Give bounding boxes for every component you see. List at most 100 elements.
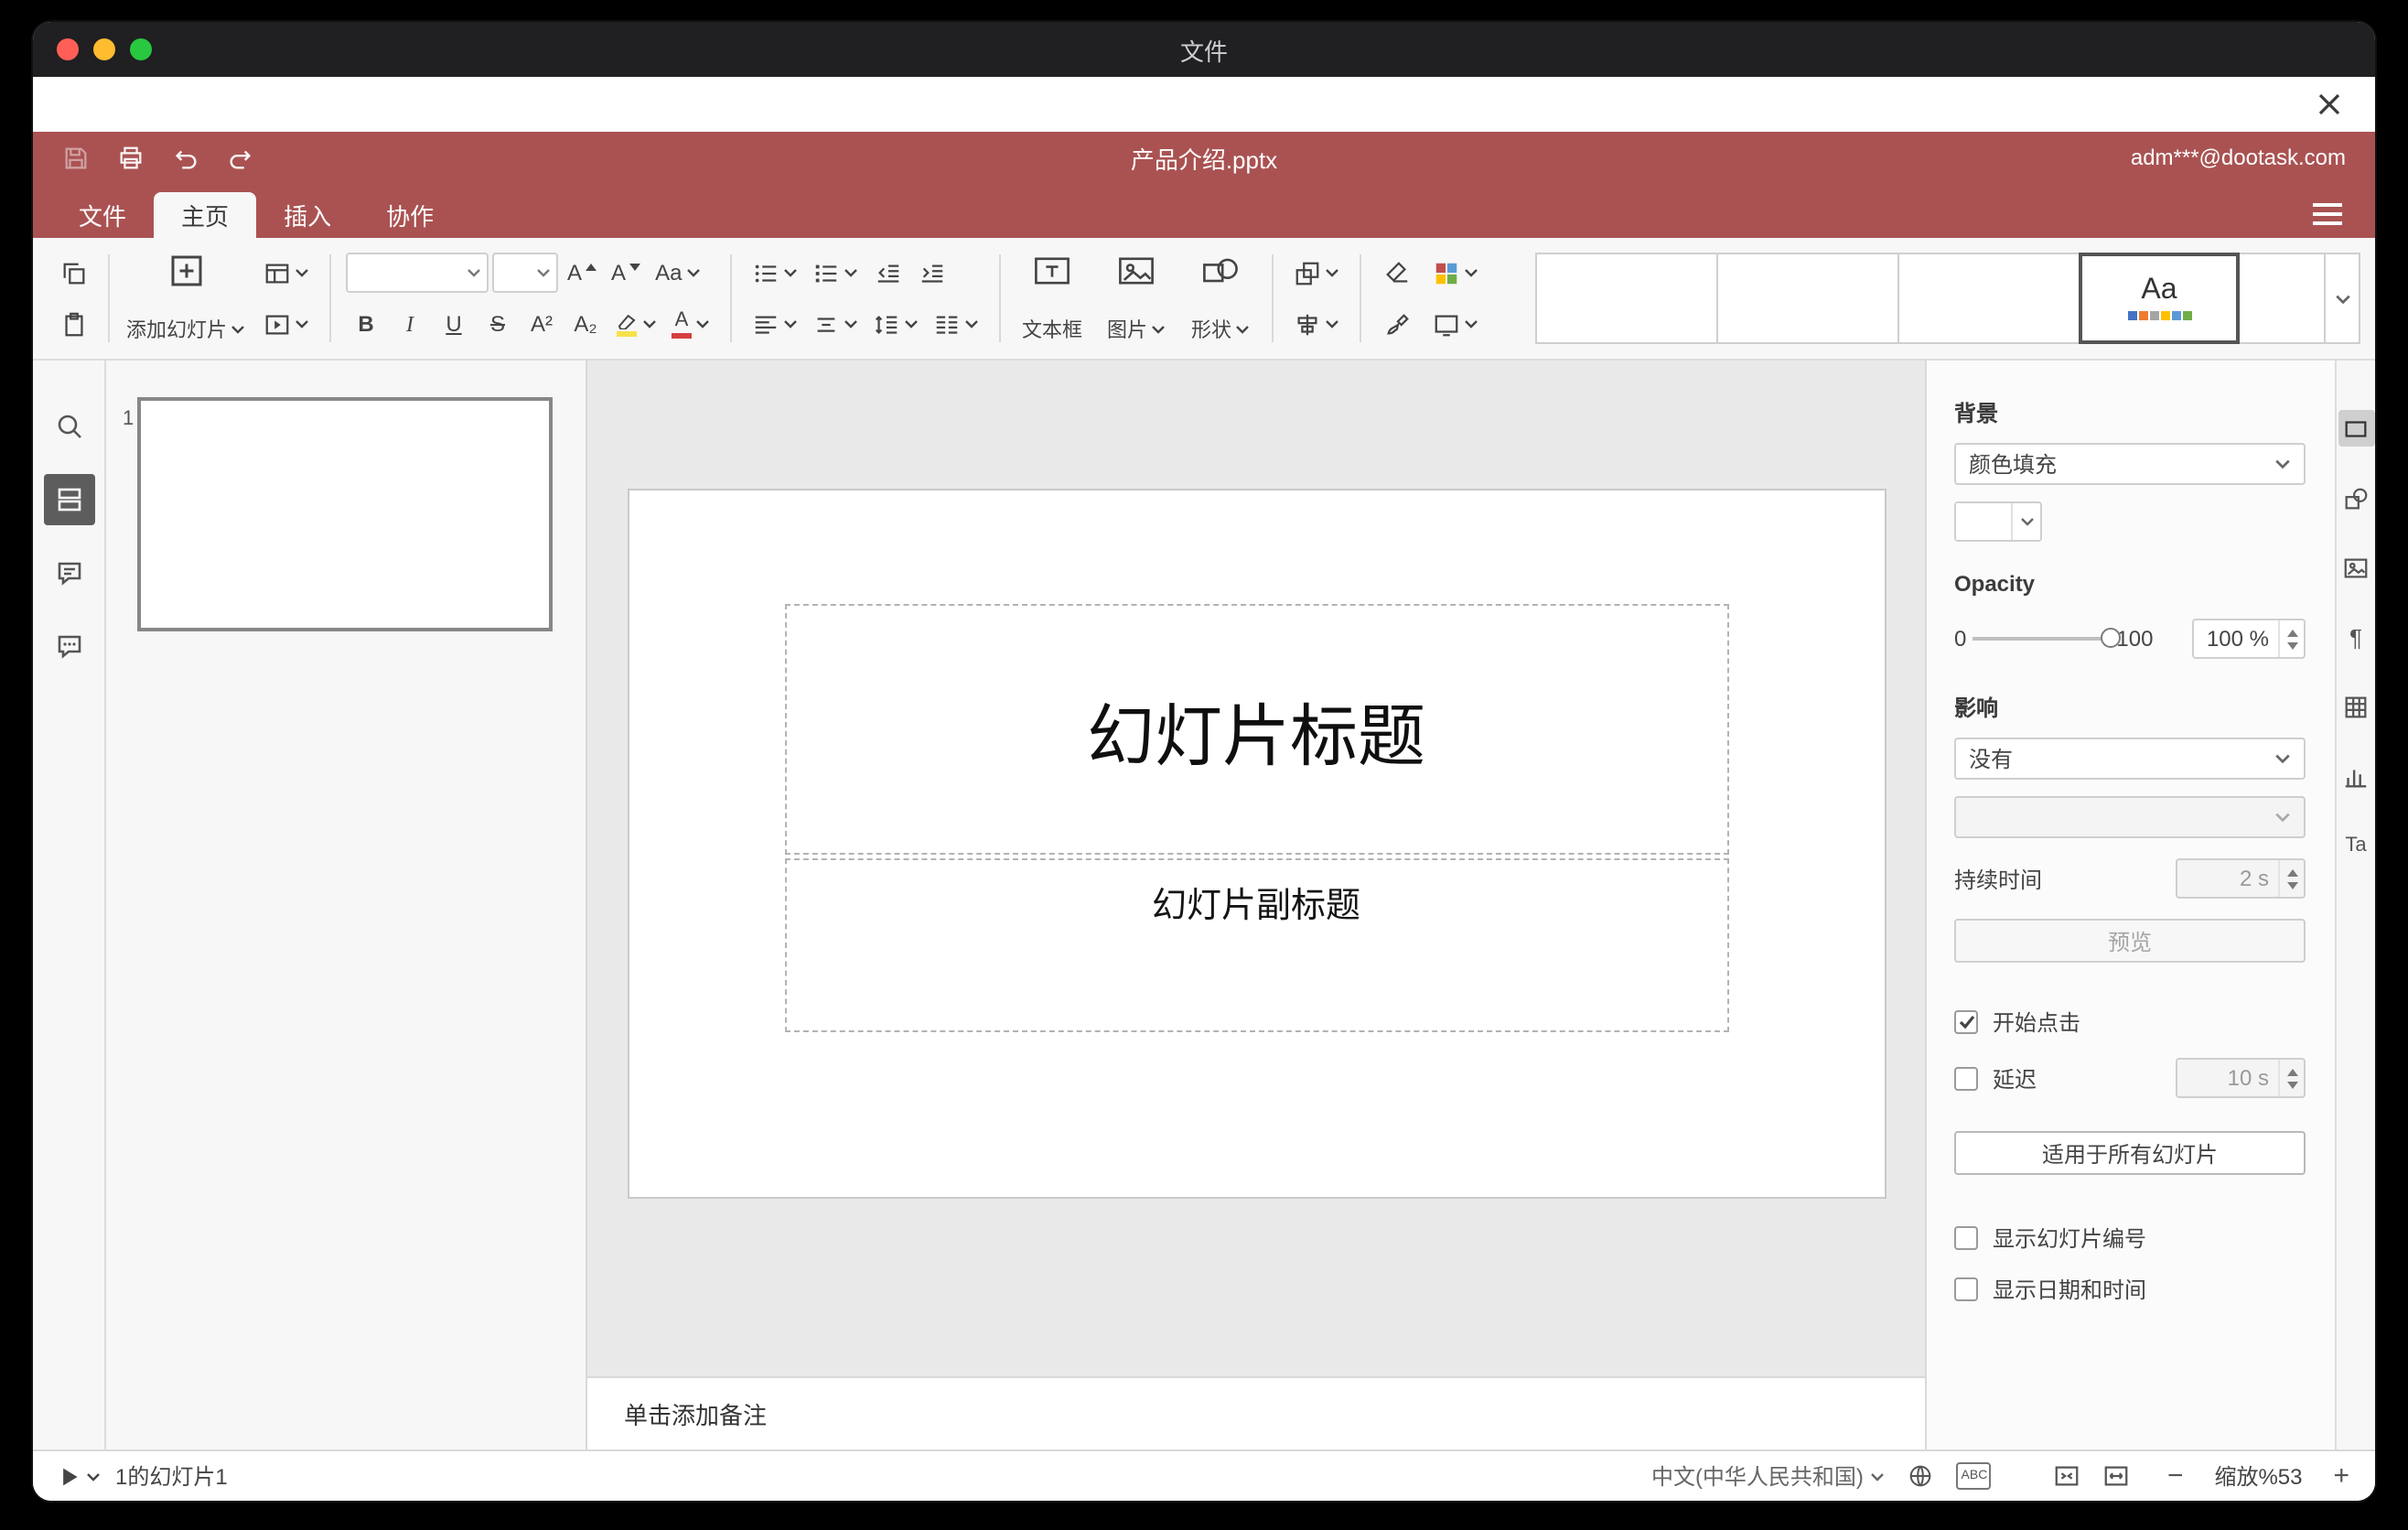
- fit-to-width-button[interactable]: [2103, 1462, 2131, 1490]
- duration-spinner[interactable]: [2278, 860, 2304, 897]
- undo-button[interactable]: [172, 144, 199, 171]
- increase-font-button[interactable]: A: [562, 251, 602, 295]
- opacity-slider-knob[interactable]: [2100, 628, 2121, 648]
- font-size-combo[interactable]: [492, 253, 558, 293]
- underline-button[interactable]: U: [434, 302, 474, 346]
- theme-gallery-expand-button[interactable]: [2324, 253, 2360, 344]
- insert-textbox-button[interactable]: 文本框: [1010, 247, 1094, 350]
- opacity-input[interactable]: 100 %: [2192, 619, 2306, 659]
- shape-settings-tab[interactable]: [2338, 479, 2374, 516]
- superscript-button[interactable]: A²: [521, 302, 562, 346]
- paragraph-settings-tab[interactable]: ¶: [2338, 619, 2374, 655]
- slide-thumbnail[interactable]: [137, 397, 553, 631]
- print-button[interactable]: [117, 144, 145, 171]
- columns-button[interactable]: [928, 302, 984, 346]
- theme-option[interactable]: [1535, 253, 1718, 344]
- copy-style-button[interactable]: [1376, 302, 1416, 346]
- language-selector[interactable]: 中文(中华人民共和国): [1651, 1460, 1886, 1492]
- slide-title-placeholder[interactable]: 幻灯片标题: [784, 604, 1728, 855]
- slide-size-button[interactable]: [1427, 302, 1484, 346]
- arrange-shape-button[interactable]: [1288, 251, 1345, 295]
- opacity-spinner[interactable]: [2278, 620, 2304, 657]
- clear-style-button[interactable]: [1376, 251, 1416, 295]
- show-slide-number-checkbox-unchecked[interactable]: [1954, 1226, 1978, 1250]
- feedback-button[interactable]: [43, 620, 94, 672]
- paste-button[interactable]: [53, 302, 93, 346]
- tab-collaboration[interactable]: 协作: [359, 192, 461, 238]
- close-window-button[interactable]: [57, 38, 79, 60]
- header-menu-button[interactable]: [2313, 203, 2342, 225]
- delay-input[interactable]: 10 s: [2176, 1058, 2306, 1098]
- font-name-combo[interactable]: [346, 253, 489, 293]
- horizontal-align-button[interactable]: [747, 302, 803, 346]
- opacity-slider[interactable]: [1972, 628, 2121, 648]
- preview-button[interactable]: 预览: [1954, 919, 2306, 963]
- theme-option[interactable]: [1897, 253, 2080, 344]
- save-button[interactable]: [62, 144, 90, 171]
- notes-area[interactable]: 单击添加备注: [587, 1376, 1925, 1449]
- zoom-in-button[interactable]: +: [2333, 1460, 2349, 1492]
- insert-shape-button[interactable]: 形状: [1178, 247, 1263, 350]
- change-layout-button[interactable]: [258, 251, 315, 295]
- start-slideshow-status-button[interactable]: [59, 1465, 101, 1487]
- comments-button[interactable]: [43, 547, 94, 598]
- theme-option[interactable]: [1716, 253, 1899, 344]
- vertical-align-button[interactable]: [807, 302, 864, 346]
- subscript-button[interactable]: A₂: [565, 302, 606, 346]
- show-datetime-checkbox-unchecked[interactable]: [1954, 1277, 1978, 1301]
- decrease-indent-button[interactable]: [867, 251, 908, 295]
- tab-home[interactable]: 主页: [154, 192, 257, 238]
- zoom-window-button[interactable]: [130, 38, 152, 60]
- copy-button[interactable]: [53, 251, 93, 295]
- slides-panel-button[interactable]: [43, 474, 94, 525]
- table-settings-tab[interactable]: [2338, 688, 2374, 725]
- show-datetime-row[interactable]: 显示日期和时间: [1954, 1274, 2306, 1305]
- slide-settings-tab[interactable]: [2338, 410, 2374, 447]
- duration-input[interactable]: 2 s: [2176, 858, 2306, 899]
- theme-option[interactable]: [2238, 253, 2326, 344]
- change-case-button[interactable]: Aa: [650, 251, 705, 295]
- effect-select[interactable]: 没有: [1954, 738, 2306, 780]
- increase-indent-button[interactable]: [911, 251, 951, 295]
- decrease-font-button[interactable]: A: [606, 251, 646, 295]
- apply-to-all-slides-button[interactable]: 适用于所有幻灯片: [1954, 1131, 2306, 1175]
- search-button[interactable]: [43, 401, 94, 452]
- editor-header: 产品介绍.pptx adm***@dootask.com 文件 主页 插入 协作: [33, 132, 2375, 238]
- delay-spinner[interactable]: [2278, 1060, 2304, 1096]
- line-spacing-button[interactable]: [867, 302, 924, 346]
- start-on-click-checkbox-checked[interactable]: [1954, 1010, 1978, 1034]
- textart-settings-tab[interactable]: Ta: [2338, 827, 2374, 864]
- zoom-out-button[interactable]: −: [2167, 1460, 2184, 1492]
- tab-file[interactable]: 文件: [51, 192, 154, 238]
- theme-option-selected[interactable]: Aa: [2079, 253, 2240, 344]
- bold-button[interactable]: B: [346, 302, 386, 346]
- italic-button[interactable]: I: [390, 302, 430, 346]
- bullets-button[interactable]: [747, 251, 803, 295]
- start-slideshow-button[interactable]: [258, 302, 315, 346]
- color-scheme-button[interactable]: [1427, 251, 1484, 295]
- image-settings-tab[interactable]: [2338, 549, 2374, 586]
- minimize-window-button[interactable]: [93, 38, 115, 60]
- strikeout-button[interactable]: S: [478, 302, 518, 346]
- highlight-color-button[interactable]: [609, 302, 662, 346]
- fit-to-slide-button[interactable]: [2054, 1462, 2081, 1490]
- spellcheck-button[interactable]: ABC: [1956, 1462, 1992, 1490]
- numbering-button[interactable]: [807, 251, 864, 295]
- delay-checkbox-unchecked[interactable]: [1954, 1066, 1978, 1090]
- close-editor-button[interactable]: [2309, 84, 2349, 124]
- document-language-button[interactable]: [1908, 1462, 1935, 1490]
- background-fill-select[interactable]: 颜色填充: [1954, 443, 2306, 485]
- slide-subtitle-placeholder[interactable]: 幻灯片副标题: [784, 858, 1728, 1032]
- start-on-click-row[interactable]: 开始点击: [1954, 1007, 2306, 1038]
- tab-insert[interactable]: 插入: [256, 192, 359, 238]
- align-shape-button[interactable]: [1288, 302, 1345, 346]
- slide[interactable]: 幻灯片标题 幻灯片副标题: [629, 490, 1884, 1197]
- font-color-button[interactable]: A: [666, 302, 715, 346]
- background-color-picker[interactable]: [1954, 501, 2042, 542]
- effect-type-select[interactable]: [1954, 796, 2306, 838]
- redo-button[interactable]: [227, 144, 254, 171]
- insert-image-button[interactable]: 图片: [1094, 247, 1178, 350]
- chart-settings-tab[interactable]: [2338, 758, 2374, 794]
- show-slide-number-row[interactable]: 显示幻灯片编号: [1954, 1223, 2306, 1254]
- add-slide-button[interactable]: 添加幻灯片: [119, 247, 253, 350]
